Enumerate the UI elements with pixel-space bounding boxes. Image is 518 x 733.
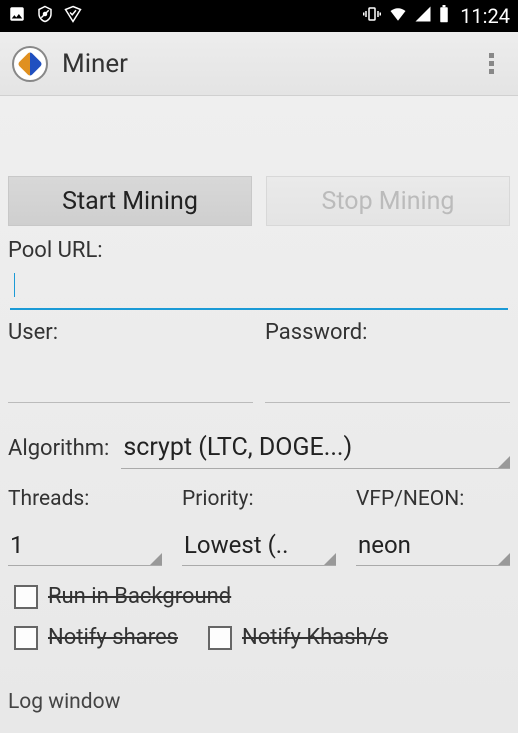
overflow-menu-icon[interactable] (482, 53, 506, 74)
threads-spinner[interactable]: 1 (8, 525, 162, 566)
shield-icon (36, 5, 54, 28)
pool-url-input[interactable] (10, 269, 508, 310)
algorithm-spinner[interactable]: scrypt (LTC, DOGE...) (121, 427, 510, 469)
vfp-neon-label: VFP/NEON: (356, 487, 510, 511)
signal-icon (414, 5, 432, 28)
notify-khash-label: Notify Khash/s (242, 625, 388, 650)
priority-label: Priority: (182, 487, 336, 511)
notify-shares-label: Notify shares (48, 625, 178, 650)
algorithm-label: Algorithm: (8, 436, 109, 461)
app-icon (12, 46, 48, 82)
app-bar: Miner (0, 32, 518, 96)
password-input[interactable] (265, 363, 510, 403)
notify-khash-checkbox[interactable] (208, 626, 232, 650)
wifi-icon (388, 5, 408, 28)
image-icon (8, 5, 26, 28)
password-label: Password: (265, 320, 510, 345)
log-window-label: Log window (4, 690, 514, 714)
checkmark-icon (64, 5, 82, 28)
pool-url-label: Pool URL: (4, 238, 514, 263)
run-background-checkbox[interactable] (14, 585, 38, 609)
vibrate-icon (362, 5, 382, 28)
status-bar: 11:24 (0, 0, 518, 32)
threads-label: Threads: (8, 487, 162, 511)
run-background-label: Run in Background (48, 584, 231, 609)
priority-spinner[interactable]: Lowest (.. (182, 525, 336, 566)
battery-icon (438, 5, 450, 28)
user-input[interactable] (8, 363, 253, 403)
start-mining-button[interactable]: Start Mining (8, 176, 252, 226)
app-title: Miner (62, 49, 468, 79)
status-time: 11:24 (460, 4, 510, 28)
user-label: User: (8, 320, 253, 345)
vfp-neon-spinner[interactable]: neon (356, 525, 510, 566)
stop-mining-button: Stop Mining (266, 176, 510, 226)
notify-shares-checkbox[interactable] (14, 626, 38, 650)
